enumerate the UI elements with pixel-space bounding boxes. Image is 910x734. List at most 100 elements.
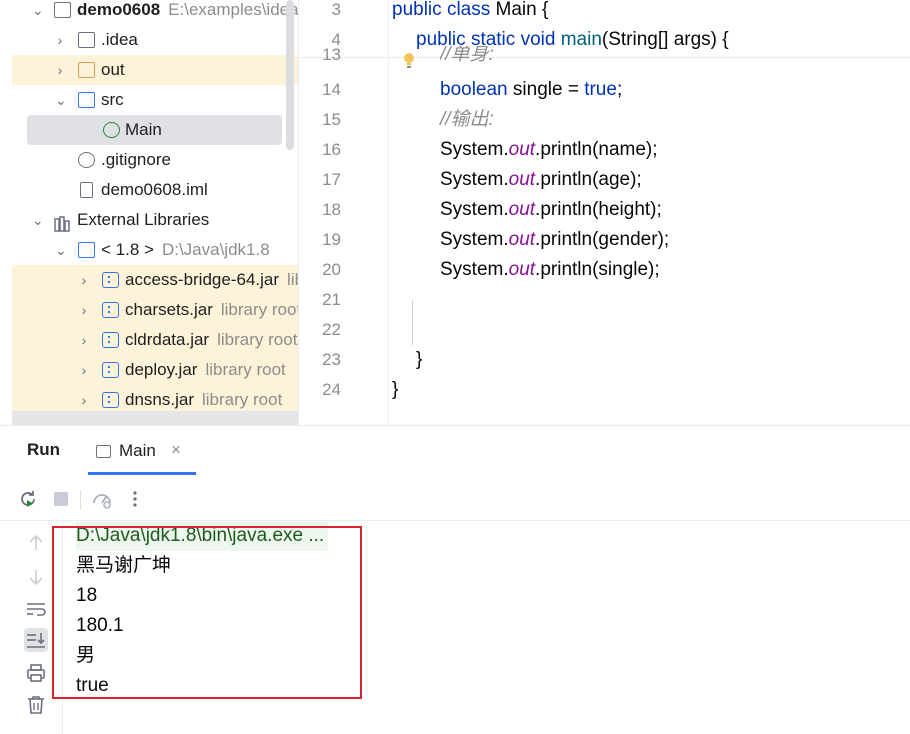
chevron-right-icon[interactable]: › bbox=[79, 355, 89, 385]
tree-item-jar[interactable]: › cldrdata.jar library root bbox=[12, 325, 298, 355]
tree-item-external-libraries[interactable]: ⌄ External Libraries bbox=[12, 205, 298, 235]
gauge-icon bbox=[93, 494, 111, 509]
tree-item-gitignore[interactable]: .gitignore bbox=[12, 145, 298, 175]
stop-button[interactable] bbox=[50, 488, 72, 510]
code-token: Main bbox=[495, 0, 537, 20]
project-tree: ⌄ demo0608 E:\examples\idea › .idea › out… bbox=[0, 0, 298, 425]
tree-item-hint: library root bbox=[220, 300, 298, 319]
code-token: .println(height); bbox=[535, 199, 662, 220]
tab-main[interactable]: Main × bbox=[88, 431, 196, 475]
lightbulb-icon[interactable] bbox=[402, 52, 416, 70]
jar-icon bbox=[102, 362, 119, 378]
chevron-down-icon[interactable]: ⌄ bbox=[55, 235, 67, 265]
code-editor[interactable]: 3 public class Main { 4 public static vo… bbox=[298, 0, 910, 425]
code-comment: //输出: bbox=[440, 109, 494, 130]
chevron-right-icon[interactable]: › bbox=[79, 325, 89, 355]
tree-item-src[interactable]: ⌄ src bbox=[12, 85, 298, 115]
scroll-to-end-button[interactable] bbox=[24, 628, 48, 652]
code-token: out bbox=[508, 199, 536, 220]
soft-wrap-button[interactable] bbox=[24, 597, 48, 621]
line-number: 15 bbox=[322, 110, 341, 129]
source-folder-icon bbox=[78, 92, 95, 108]
line-number: 16 bbox=[322, 140, 341, 159]
arrow-up-icon bbox=[29, 534, 43, 550]
close-icon[interactable]: × bbox=[171, 440, 181, 460]
chevron-right-icon[interactable]: › bbox=[55, 55, 65, 85]
tree-item-jar[interactable]: › deploy.jar library root bbox=[12, 355, 298, 385]
tree-item-jdk[interactable]: ⌄ < 1.8 > D:\Java\jdk1.8 bbox=[12, 235, 298, 265]
tree-item-label: src bbox=[101, 90, 124, 109]
chevron-right-icon[interactable]: › bbox=[55, 25, 65, 55]
code-line: System.out.println(height); bbox=[440, 195, 662, 225]
chevron-right-icon[interactable]: › bbox=[79, 295, 89, 325]
more-vertical-icon bbox=[133, 491, 137, 507]
line-number: 20 bbox=[322, 260, 341, 279]
library-icon bbox=[54, 212, 71, 232]
code-line: System.out.println(single); bbox=[440, 255, 660, 285]
scroll-up-button[interactable] bbox=[24, 531, 48, 555]
tree-item-label: External Libraries bbox=[77, 210, 210, 229]
clear-console-button[interactable] bbox=[24, 693, 48, 717]
tree-item-label: demo0608.iml bbox=[101, 180, 208, 199]
tree-item-hint: library root bbox=[205, 360, 286, 379]
trash-icon bbox=[28, 696, 44, 714]
chevron-right-icon[interactable]: › bbox=[79, 265, 89, 295]
print-button[interactable] bbox=[24, 661, 48, 685]
tree-item-label: dnsns.jar bbox=[125, 390, 194, 409]
jar-icon bbox=[102, 392, 119, 408]
tree-scrollbar[interactable] bbox=[286, 0, 294, 150]
tree-item-label: Main bbox=[125, 120, 162, 139]
code-token: out bbox=[508, 139, 536, 160]
tree-item-label: out bbox=[101, 60, 125, 79]
tree-item-main[interactable]: Main bbox=[27, 115, 282, 145]
code-token: single = bbox=[507, 79, 585, 100]
tree-item-label: < 1.8 > bbox=[101, 240, 154, 259]
chevron-down-icon[interactable]: ⌄ bbox=[32, 205, 44, 235]
tree-item-idea[interactable]: › .idea bbox=[12, 25, 298, 55]
code-token: (String[] args) { bbox=[601, 29, 729, 50]
module-folder-icon bbox=[54, 2, 71, 18]
tree-item-label: charsets.jar bbox=[125, 300, 213, 319]
code-token: out bbox=[508, 259, 536, 280]
line-number: 19 bbox=[322, 230, 341, 249]
printer-icon bbox=[27, 664, 45, 682]
run-tool-window: Run Main × D:\Java\jdk1.8\bin\java.exe .… bbox=[0, 425, 910, 734]
tree-item-label: demo0608 bbox=[77, 0, 161, 19]
tree-item-iml[interactable]: demo0608.iml bbox=[12, 175, 298, 205]
tree-partial-row bbox=[12, 411, 298, 425]
wrap-icon bbox=[27, 603, 46, 616]
code-line: } bbox=[392, 379, 399, 400]
jar-icon bbox=[102, 332, 119, 348]
chevron-down-icon[interactable]: ⌄ bbox=[55, 85, 67, 115]
line-number: 21 bbox=[322, 290, 341, 309]
code-token: .println(gender); bbox=[535, 229, 670, 250]
ignore-file-icon bbox=[78, 152, 95, 168]
tree-item-project-root[interactable]: ⌄ demo0608 E:\examples\idea bbox=[12, 0, 298, 25]
line-number: 17 bbox=[322, 170, 341, 189]
more-options-button[interactable] bbox=[124, 488, 146, 510]
stop-icon bbox=[54, 492, 68, 506]
tree-item-label: deploy.jar bbox=[125, 360, 198, 379]
line-number: 14 bbox=[322, 80, 341, 99]
code-line: public class Main { bbox=[392, 0, 548, 25]
rerun-button[interactable] bbox=[17, 488, 39, 510]
profiler-button[interactable] bbox=[91, 488, 113, 510]
line-number: 3 bbox=[331, 0, 341, 19]
chevron-down-icon[interactable]: ⌄ bbox=[32, 0, 44, 25]
tree-item-hint: D:\Java\jdk1.8 bbox=[161, 240, 270, 259]
tree-item-jar[interactable]: › charsets.jar library root bbox=[12, 295, 298, 325]
rerun-icon bbox=[21, 491, 35, 507]
code-token: System. bbox=[440, 169, 509, 190]
code-line: System.out.println(name); bbox=[440, 135, 658, 165]
console-output[interactable]: D:\Java\jdk1.8\bin\java.exe ... 黑马谢广坤 18… bbox=[52, 521, 910, 734]
gutter-divider bbox=[388, 0, 389, 425]
code-token: ; bbox=[616, 79, 623, 100]
sdk-folder-icon bbox=[78, 242, 95, 258]
code-token: out bbox=[508, 169, 536, 190]
code-token: { bbox=[536, 0, 549, 20]
scroll-down-button[interactable] bbox=[24, 565, 48, 589]
run-window-title: Run bbox=[27, 440, 61, 459]
sticky-lines-separator bbox=[299, 57, 910, 58]
tree-item-jar[interactable]: › access-bridge-64.jar lib bbox=[12, 265, 298, 295]
tree-item-out[interactable]: › out bbox=[12, 55, 298, 85]
